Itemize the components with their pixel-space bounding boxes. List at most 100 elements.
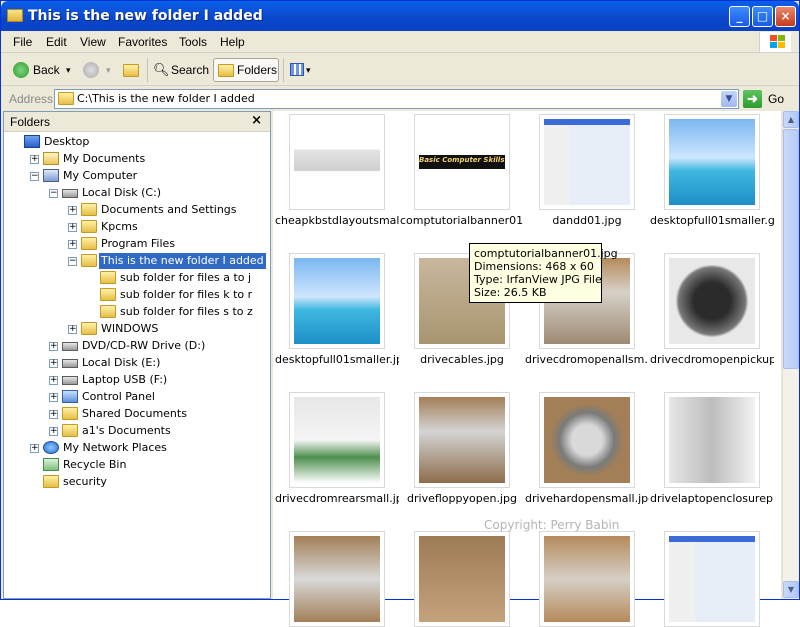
collapse-icon[interactable]: −	[68, 257, 77, 266]
file-thumbnail[interactable]: Basic Computer Skills	[414, 114, 510, 210]
file-name[interactable]: drivehardopensmall.jpg	[525, 492, 649, 505]
expand-icon[interactable]: +	[68, 325, 77, 334]
file-thumbnail[interactable]	[539, 114, 635, 210]
up-folder-button[interactable]	[121, 58, 143, 82]
menu-file[interactable]: File	[13, 35, 32, 49]
file-thumbnail[interactable]	[539, 392, 635, 488]
file-name[interactable]: drivecdromrearsmall.jpg	[275, 492, 399, 505]
expand-icon[interactable]: +	[49, 359, 58, 368]
tree-item-label: Desktop	[44, 135, 90, 148]
menu-help[interactable]: Help	[220, 35, 245, 49]
file-name[interactable]: drivelaptopenclosurep...	[650, 492, 774, 505]
expand-icon[interactable]: +	[49, 393, 58, 402]
drive-icon	[62, 359, 78, 368]
tree-item-label: WINDOWS	[101, 322, 159, 335]
file-name[interactable]: comptutorialbanner01...	[400, 214, 524, 227]
address-dropdown-icon[interactable]: ▼	[721, 91, 737, 107]
file-tooltip: comptutorialbanner01.jpg Dimensions: 468…	[469, 243, 618, 303]
window-title: This is the new folder I added	[28, 8, 263, 24]
tree-item-label: My Network Places	[63, 441, 167, 454]
close-button[interactable]: ×	[775, 6, 796, 27]
drive-icon	[62, 189, 78, 198]
tooltip-size: Size: 26.5 KB	[474, 286, 547, 299]
folder-icon	[58, 92, 74, 105]
collapse-icon[interactable]: −	[30, 172, 39, 181]
file-thumbnail[interactable]	[664, 531, 760, 627]
file-thumbnail[interactable]	[414, 531, 510, 627]
tree-item-label: Kpcms	[101, 220, 138, 233]
file-name[interactable]: drivecdromopenpickup...	[650, 353, 774, 366]
tree-item-label: My Computer	[63, 169, 138, 182]
expand-icon[interactable]: +	[49, 342, 58, 351]
expand-icon[interactable]: +	[30, 155, 39, 164]
expand-icon[interactable]: +	[49, 427, 58, 436]
expand-icon[interactable]: +	[68, 223, 77, 232]
menu-favorites[interactable]: Favorites	[118, 35, 167, 49]
menu-view[interactable]: View	[80, 35, 106, 49]
thumbnail-image	[669, 536, 755, 622]
file-thumbnail[interactable]	[289, 253, 385, 349]
file-name[interactable]: desktopfull01smaller.gif	[650, 214, 774, 227]
close-icon[interactable]: ×	[251, 113, 262, 128]
tree-item-label: Program Files	[101, 237, 176, 250]
file-thumbnail[interactable]	[289, 114, 385, 210]
menu-tools[interactable]: Tools	[179, 35, 207, 49]
file-thumbnail[interactable]	[289, 531, 385, 627]
back-dropdown-icon[interactable]: ▾	[66, 58, 71, 82]
menu-edit[interactable]: Edit	[46, 35, 67, 49]
file-thumbnail[interactable]	[664, 253, 760, 349]
file-thumbnail[interactable]	[664, 392, 760, 488]
thumbnail-image	[294, 258, 380, 344]
tree-item-label: sub folder for files k to r	[120, 288, 253, 301]
forward-button[interactable]: ▾	[81, 58, 121, 82]
search-button[interactable]: 🔍︎ Search	[151, 58, 209, 82]
expand-icon[interactable]: +	[68, 206, 77, 215]
file-thumbnail[interactable]	[289, 392, 385, 488]
expand-icon[interactable]: +	[30, 444, 39, 453]
folder-icon	[81, 322, 97, 335]
copyright-watermark: Copyright: Perry Babin	[484, 518, 620, 532]
tree-item-label: Recycle Bin	[63, 458, 127, 471]
expand-icon[interactable]: +	[49, 410, 58, 419]
title-bar[interactable]: This is the new folder I added _ □ ×	[1, 1, 799, 31]
recycle-bin-icon	[43, 458, 59, 471]
folder-open-icon	[81, 254, 97, 267]
file-name[interactable]: desktopfull01smaller.jpg	[275, 353, 399, 366]
search-label: Search	[171, 63, 210, 77]
scroll-down-icon[interactable]: ▼	[783, 581, 799, 598]
search-icon: 🔍︎	[153, 62, 170, 77]
file-name[interactable]: drivecables.jpg	[400, 353, 524, 366]
file-thumbnail[interactable]	[664, 114, 760, 210]
toolbar-separator	[147, 58, 148, 82]
thumbnail-image	[294, 536, 380, 622]
back-button[interactable]: Back ▾	[11, 58, 81, 82]
thumbnail-image	[419, 536, 505, 622]
scroll-thumb[interactable]	[783, 129, 799, 369]
collapse-icon[interactable]: −	[49, 189, 58, 198]
address-input[interactable]: C:\This is the new folder I added ▼	[54, 89, 739, 109]
vertical-scrollbar[interactable]: ▲ ▼	[782, 111, 799, 599]
control-panel-icon	[62, 390, 78, 403]
folders-button[interactable]: Folders	[213, 58, 279, 82]
thumbnail-view: cheapkbstdlayoutsmal... Basic Computer Sk…	[273, 111, 781, 627]
file-name[interactable]: drivefloppyopen.jpg	[400, 492, 524, 505]
thumbnail-image	[544, 119, 630, 205]
file-thumbnail[interactable]	[539, 531, 635, 627]
forward-dropdown-icon[interactable]: ▾	[106, 58, 111, 82]
scroll-up-icon[interactable]: ▲	[783, 111, 799, 128]
views-dropdown-icon[interactable]: ▾	[306, 58, 311, 82]
banner-text: Basic Computer Skills	[419, 156, 505, 164]
file-name[interactable]: dandd01.jpg	[525, 214, 649, 227]
expand-icon[interactable]: +	[49, 376, 58, 385]
minimize-button[interactable]: _	[729, 6, 750, 27]
folder-icon	[43, 475, 59, 488]
folder-icon	[81, 237, 97, 250]
views-button[interactable]: ▾	[288, 58, 314, 82]
file-name[interactable]: cheapkbstdlayoutsmal...	[275, 214, 399, 227]
expand-icon[interactable]: +	[68, 240, 77, 249]
file-name[interactable]: drivecdromopenallsm...	[525, 353, 649, 366]
file-thumbnail[interactable]	[414, 392, 510, 488]
maximize-button[interactable]: □	[752, 6, 773, 27]
thumbnail-image	[544, 397, 630, 483]
tree-item-label: This is the new folder I added	[99, 253, 266, 269]
